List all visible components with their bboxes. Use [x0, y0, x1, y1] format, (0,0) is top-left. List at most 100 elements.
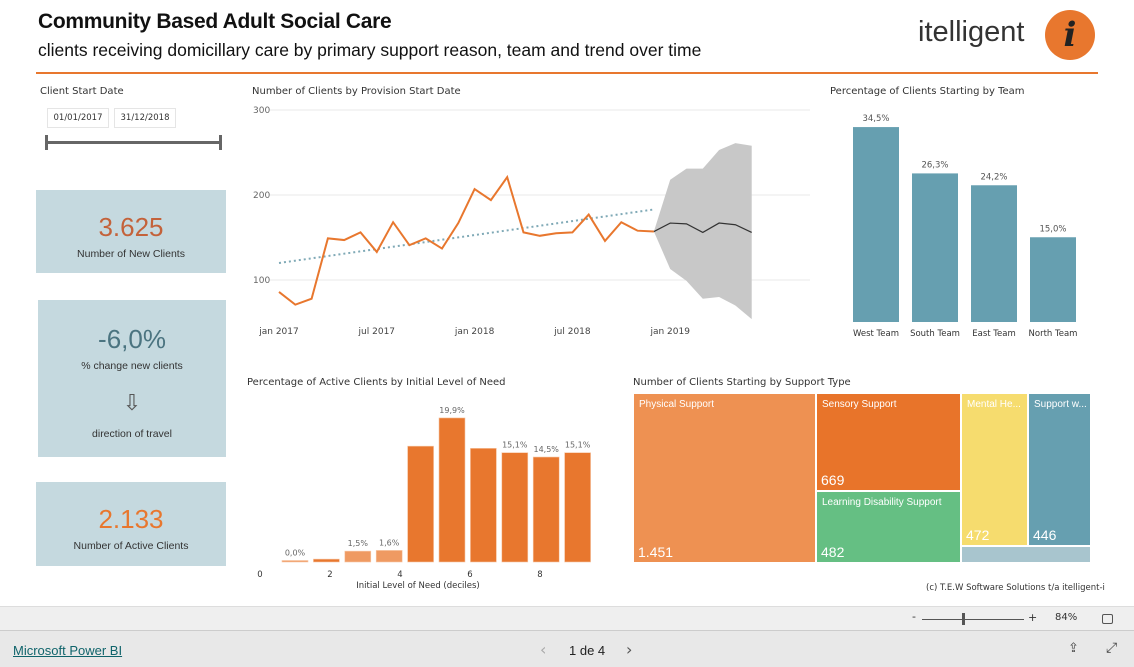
card-value: -6,0% — [98, 324, 166, 354]
tile-label: Mental He... — [967, 399, 1021, 410]
x-tick-label: jan 2019 — [649, 327, 690, 337]
zoom-slider-handle[interactable] — [962, 613, 965, 625]
tile-label: Support w... — [1034, 399, 1087, 410]
arrow-down-icon: ⇩ — [122, 390, 142, 415]
change-card: -6,0% % change new clients ⇩ direction o… — [38, 300, 226, 457]
copyright: (c) T.E.W Software Solutions t/a itellig… — [926, 583, 1105, 593]
treemap-tile-mental-health[interactable]: Mental He... 472 — [961, 393, 1028, 546]
need-bar — [375, 550, 403, 563]
y-tick-label: 200 — [253, 191, 270, 201]
prev-page-button[interactable]: ‹ — [540, 640, 546, 659]
data-label: 15,0% — [1039, 224, 1066, 234]
fit-to-page-icon[interactable] — [1102, 614, 1113, 624]
page-subtitle: clients receiving domicillary care by pr… — [38, 40, 702, 60]
data-label: 1,5% — [348, 539, 369, 548]
treemap-tile-other[interactable] — [961, 546, 1091, 563]
tile-label: Sensory Support — [822, 399, 897, 410]
fullscreen-icon[interactable]: ⤢ — [1106, 640, 1117, 656]
data-label: 34,5% — [862, 114, 889, 124]
card-value: 2.133 — [98, 504, 164, 534]
tile-label: Learning Disability Support — [822, 497, 942, 508]
team-bar-chart: 34,5% West Team 26,3% South Team 24,2% East T… — [853, 114, 1078, 339]
end-date-input[interactable]: 31/12/2018 — [114, 108, 176, 128]
team-bar — [1030, 237, 1076, 322]
tile-label: Physical Support — [639, 399, 715, 410]
logo-icon: i — [1045, 10, 1095, 60]
team-bar — [912, 173, 958, 322]
x-tick-label: 0 — [257, 570, 262, 580]
tile-value: 482 — [821, 544, 845, 560]
share-icon[interactable]: ⇪ — [1068, 641, 1079, 656]
line-chart-title: Number of Clients by Provision Start Dat… — [252, 86, 461, 97]
x-tick-label: jul 2018 — [553, 327, 591, 337]
zoom-level: 84% — [1055, 612, 1078, 623]
treemap-title: Number of Clients Starting by Support Ty… — [633, 377, 851, 388]
treemap-tile-physical[interactable]: Physical Support 1.451 — [633, 393, 816, 563]
team-chart-title: Percentage of Clients Starting by Team — [830, 86, 1025, 97]
zoom-out-button[interactable]: - — [912, 610, 916, 623]
need-bar — [532, 456, 560, 563]
data-label: 1,6% — [379, 538, 400, 547]
data-label: 15,1% — [565, 441, 591, 450]
trend-line — [278, 208, 655, 264]
data-label: 15,1% — [502, 441, 528, 450]
need-bar — [407, 445, 434, 563]
zoom-toolbar: - + 84% — [0, 606, 1134, 630]
header-divider — [36, 72, 1098, 74]
series-line — [278, 174, 654, 306]
x-tick-label: 2 — [327, 570, 332, 580]
footer-bar: Microsoft Power BI ‹ 1 de 4 › ⇪ ⤢ — [0, 630, 1134, 667]
need-bar — [564, 452, 591, 563]
category-label: West Team — [853, 329, 899, 339]
need-chart-title: Percentage of Active Clients by Initial … — [247, 377, 506, 388]
logo-text: itelligent — [918, 16, 1025, 48]
data-label: 19,9% — [439, 406, 465, 415]
tile-value: 446 — [1033, 527, 1057, 543]
tile-value: 1.451 — [638, 544, 674, 560]
slider-start-handle[interactable] — [45, 135, 48, 150]
data-label: 24,2% — [980, 172, 1007, 182]
x-axis-title: Initial Level of Need (deciles) — [356, 581, 479, 591]
data-label: 26,3% — [921, 160, 948, 170]
card-label: Number of New Clients — [77, 248, 185, 260]
zoom-slider[interactable] — [922, 619, 1024, 620]
card-value: 3.625 — [98, 212, 164, 242]
line-chart: 100 200 300 jan 2017 jul 2017 jan 2018 jul 201… — [253, 106, 810, 337]
card-sublabel: direction of travel — [92, 428, 172, 440]
card-label: % change new clients — [81, 360, 183, 372]
y-tick-label: 300 — [253, 106, 270, 116]
support-type-treemap: Physical Support 1.451 Sensory Support 669… — [633, 393, 1091, 563]
slider-end-handle[interactable] — [219, 135, 222, 150]
zoom-in-button[interactable]: + — [1028, 611, 1037, 624]
x-tick-label: jul 2017 — [358, 327, 395, 337]
team-bar — [971, 185, 1017, 322]
need-bar-chart: 0,0% 1,5% 1,6% 19,9% 15,1% 14,5% 15,1% 0 2 4 6 8 Ini… — [257, 406, 591, 591]
date-range-slider[interactable] — [46, 141, 222, 144]
treemap-tile-learning-disability[interactable]: Learning Disability Support 482 — [816, 491, 961, 563]
need-bar — [438, 417, 466, 563]
need-bar — [501, 452, 529, 563]
tile-value: 472 — [966, 527, 990, 543]
category-label: South Team — [910, 329, 960, 339]
y-tick-label: 100 — [253, 276, 270, 286]
card-label: Number of Active Clients — [73, 540, 189, 552]
new-clients-card: 3.625 Number of New Clients — [36, 190, 226, 273]
x-tick-label: jan 2017 — [258, 327, 299, 337]
start-date-input[interactable]: 01/01/2017 — [47, 108, 109, 128]
page-indicator: 1 de 4 — [569, 643, 606, 658]
power-bi-link[interactable]: Microsoft Power BI — [13, 643, 122, 658]
data-label: 14,5% — [533, 445, 559, 454]
next-page-button[interactable]: › — [626, 640, 632, 659]
x-tick-label: 8 — [537, 570, 542, 580]
category-label: North Team — [1029, 329, 1078, 339]
category-label: East Team — [972, 329, 1016, 339]
forecast-confidence-band — [653, 143, 752, 320]
tile-value: 669 — [821, 472, 845, 488]
page-title: Community Based Adult Social Care — [38, 10, 392, 33]
need-bar — [344, 550, 372, 563]
treemap-tile-support-with[interactable]: Support w... 446 — [1028, 393, 1091, 546]
date-filter-label: Client Start Date — [40, 86, 124, 97]
treemap-tile-sensory[interactable]: Sensory Support 669 — [816, 393, 961, 491]
x-tick-label: 6 — [467, 570, 472, 580]
active-clients-card: 2.133 Number of Active Clients — [36, 482, 226, 566]
